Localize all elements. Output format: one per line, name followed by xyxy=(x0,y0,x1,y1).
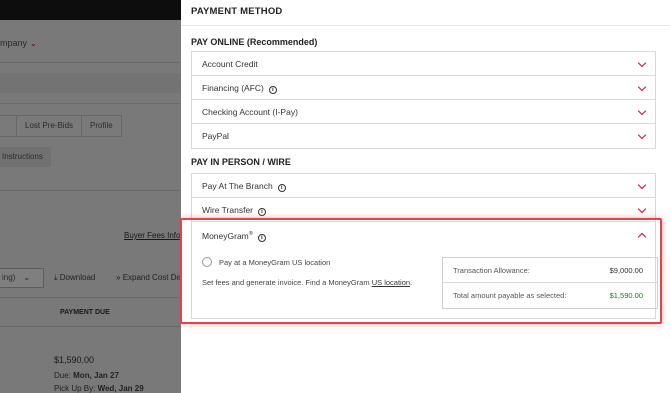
moneygram-option: MoneyGram® i Pay at a MoneyGram US locati… xyxy=(191,222,658,319)
option-account-credit[interactable]: Account Credit xyxy=(192,52,655,76)
pay-online-options: Account Credit Financing (AFC) i Checking… xyxy=(191,51,656,149)
info-icon[interactable]: i xyxy=(258,208,267,216)
option-pay-at-branch[interactable]: Pay At The Branch i xyxy=(192,174,655,198)
summary-row: Total amount payable as selected: $1,590… xyxy=(443,283,657,308)
chevron-down-icon xyxy=(637,82,647,92)
moneygram-radio-label[interactable]: Pay at a MoneyGram US location xyxy=(219,258,330,267)
option-financing-afc[interactable]: Financing (AFC) i xyxy=(192,76,655,100)
chevron-down-icon xyxy=(637,106,647,116)
trademark-symbol: ® xyxy=(248,231,253,237)
info-icon[interactable]: i xyxy=(277,184,286,192)
summary-label: Transaction Allowance: xyxy=(453,266,530,275)
option-label: Financing (AFC) xyxy=(202,83,264,93)
background-page: mpany⌄ Lost Pre-Bids Profile Instruction… xyxy=(0,0,181,393)
summary-row: Transaction Allowance: $9,000.00 xyxy=(443,258,657,283)
option-label: Wire Transfer xyxy=(202,205,254,215)
option-label: PayPal xyxy=(202,131,229,141)
pay-in-person-options: Pay At The Branch i Wire Transfer i xyxy=(191,173,656,222)
option-wire-transfer[interactable]: Wire Transfer i xyxy=(192,198,655,222)
payment-summary: Transaction Allowance: $9,000.00 Total a… xyxy=(442,257,658,309)
option-label-row: Wire Transfer i xyxy=(202,205,267,216)
moneygram-description: Set fees and generate invoice. Find a Mo… xyxy=(202,278,412,287)
chevron-down-icon xyxy=(637,204,647,214)
chevron-up-icon[interactable] xyxy=(637,232,647,242)
description-suffix: . xyxy=(410,278,413,287)
moneygram-radio[interactable] xyxy=(202,257,212,267)
chevron-down-icon xyxy=(637,130,647,140)
pay-online-title: PAY ONLINE (Recommended) xyxy=(191,37,318,47)
moneygram-header[interactable]: MoneyGram® i xyxy=(202,231,266,242)
pay-in-person-title: PAY IN PERSON / WIRE xyxy=(191,157,291,167)
modal-overlay[interactable] xyxy=(0,0,181,393)
info-icon[interactable]: i xyxy=(257,234,266,242)
option-checking-account[interactable]: Checking Account (I-Pay) xyxy=(192,100,655,124)
summary-label: Total amount payable as selected: xyxy=(453,291,567,300)
summary-value: $9,000.00 xyxy=(609,266,643,275)
description-text: Set fees and generate invoice. Find a Mo… xyxy=(202,278,370,287)
payment-method-panel: PAYMENT METHOD PAY ONLINE (Recommended) … xyxy=(181,0,670,393)
option-label: Pay At The Branch xyxy=(202,181,273,191)
chevron-down-icon xyxy=(637,58,647,68)
summary-value: $1,590.00 xyxy=(609,291,643,300)
moneygram-label: MoneyGram xyxy=(202,231,249,241)
info-icon[interactable]: i xyxy=(268,86,277,94)
option-label-row: Financing (AFC) i xyxy=(202,83,277,94)
option-label: Checking Account (I-Pay) xyxy=(202,107,298,117)
chevron-down-icon xyxy=(637,180,647,190)
us-location-link[interactable]: US location xyxy=(372,278,410,287)
divider xyxy=(181,25,670,26)
option-label: Account Credit xyxy=(202,59,258,69)
option-label-row: Pay At The Branch i xyxy=(202,181,286,192)
panel-title: PAYMENT METHOD xyxy=(191,6,283,17)
option-paypal[interactable]: PayPal xyxy=(192,124,655,148)
